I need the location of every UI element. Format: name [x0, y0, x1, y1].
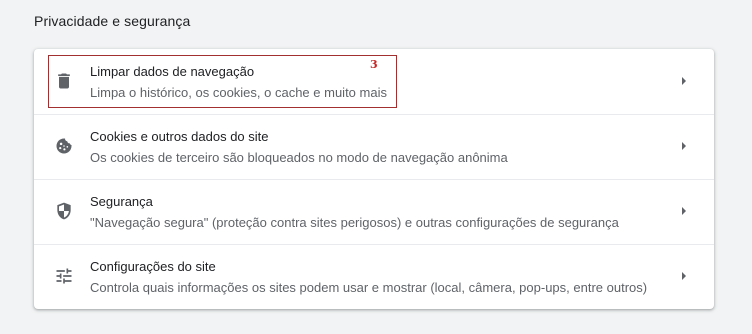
row-subtitle: Limpa o histórico, os cookies, o cache e…	[90, 85, 387, 100]
privacy-settings-card: Limpar dados de navegação Limpa o histór…	[34, 49, 714, 309]
annotation-step-number: 3	[370, 58, 378, 71]
security-row[interactable]: Segurança "Navegação segura" (proteção c…	[34, 179, 714, 244]
cookies-row[interactable]: Cookies e outros dados do site Os cookie…	[34, 114, 714, 179]
site-settings-row[interactable]: Configurações do site Controla quais inf…	[34, 244, 714, 309]
row-title: Cookies e outros dados do site	[90, 129, 269, 144]
divider	[34, 179, 714, 180]
shield-icon	[54, 201, 74, 221]
row-title: Limpar dados de navegação	[90, 64, 255, 79]
chevron-right-icon	[679, 205, 689, 217]
chevron-right-icon	[679, 270, 689, 282]
cookie-icon	[54, 136, 74, 156]
chevron-right-icon	[679, 75, 689, 87]
divider	[34, 244, 714, 245]
trash-icon	[54, 71, 74, 91]
row-title: Configurações do site	[90, 259, 216, 274]
chevron-right-icon	[679, 140, 689, 152]
row-title: Segurança	[90, 194, 153, 209]
tune-icon	[54, 266, 74, 286]
row-subtitle: Os cookies de terceiro são bloqueados no…	[90, 150, 508, 165]
divider	[34, 114, 714, 115]
row-subtitle: "Navegação segura" (proteção contra site…	[90, 215, 619, 230]
row-subtitle: Controla quais informações os sites pode…	[90, 280, 648, 295]
section-title: Privacidade e segurança	[34, 13, 191, 29]
